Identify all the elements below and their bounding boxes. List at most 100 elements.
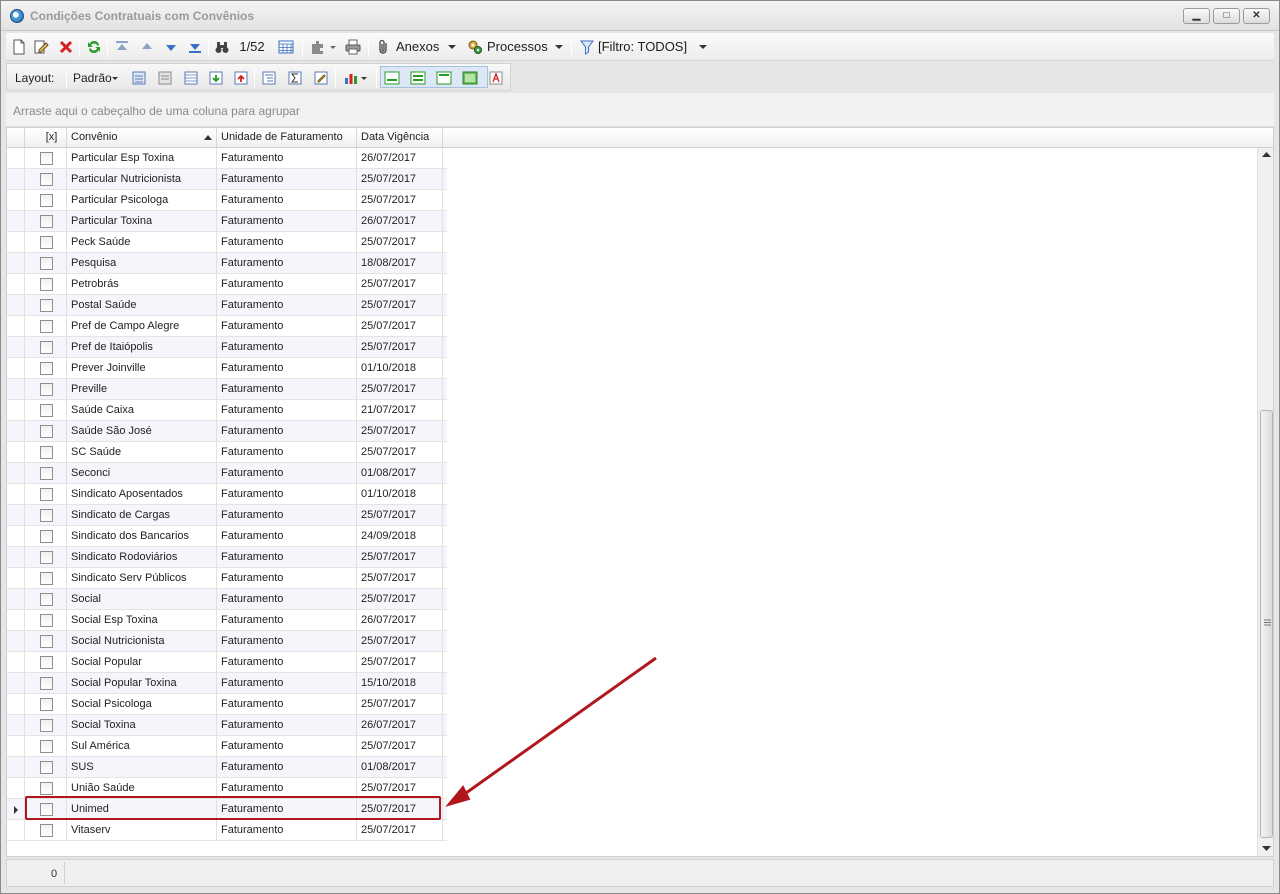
- convenio-cell[interactable]: Social Popular Toxina: [67, 673, 217, 694]
- minimize-button[interactable]: ▁: [1183, 8, 1210, 24]
- table-row[interactable]: Social Esp Toxina Faturamento 26/07/2017: [7, 610, 447, 631]
- row-indicator[interactable]: [7, 442, 25, 463]
- row-checkbox[interactable]: [40, 488, 53, 501]
- convenio-cell[interactable]: Social Esp Toxina: [67, 610, 217, 631]
- row-indicator[interactable]: [7, 778, 25, 799]
- table-row[interactable]: Vitaserv Faturamento 25/07/2017: [7, 820, 447, 841]
- convenio-cell[interactable]: Pref de Itaiópolis: [67, 337, 217, 358]
- convenio-cell[interactable]: Particular Esp Toxina: [67, 148, 217, 169]
- row-indicator[interactable]: [7, 337, 25, 358]
- convenio-cell[interactable]: Sindicato dos Bancarios: [67, 526, 217, 547]
- table-row[interactable]: Social Popular Faturamento 25/07/2017: [7, 652, 447, 673]
- data-vigencia-cell[interactable]: 25/07/2017: [357, 379, 443, 400]
- data-vigencia-cell[interactable]: 25/07/2017: [357, 442, 443, 463]
- row-indicator[interactable]: [7, 505, 25, 526]
- row-checkbox[interactable]: [40, 593, 53, 606]
- convenio-cell[interactable]: Social Toxina: [67, 715, 217, 736]
- row-checkbox[interactable]: [40, 677, 53, 690]
- row-checkbox[interactable]: [40, 698, 53, 711]
- convenio-cell[interactable]: Social: [67, 589, 217, 610]
- edit-document-icon[interactable]: [33, 39, 49, 55]
- row-indicator[interactable]: [7, 631, 25, 652]
- print-icon[interactable]: [345, 39, 361, 55]
- unidade-cell[interactable]: Faturamento: [217, 757, 357, 778]
- table-row[interactable]: Seconci Faturamento 01/08/2017: [7, 463, 447, 484]
- data-vigencia-cell[interactable]: 25/07/2017: [357, 694, 443, 715]
- table-row[interactable]: Social Toxina Faturamento 26/07/2017: [7, 715, 447, 736]
- row-checkbox[interactable]: [40, 572, 53, 585]
- plugin-icon[interactable]: [309, 39, 325, 55]
- convenio-cell[interactable]: Social Psicologa: [67, 694, 217, 715]
- row-checkbox[interactable]: [40, 467, 53, 480]
- row-checkbox[interactable]: [40, 236, 53, 249]
- anexos-dropdown-icon[interactable]: [447, 39, 457, 55]
- data-vigencia-cell[interactable]: 25/07/2017: [357, 547, 443, 568]
- unidade-cell[interactable]: Faturamento: [217, 358, 357, 379]
- data-vigencia-cell[interactable]: 01/10/2018: [357, 484, 443, 505]
- data-vigencia-cell[interactable]: 25/07/2017: [357, 295, 443, 316]
- row-indicator[interactable]: [7, 610, 25, 631]
- convenio-cell[interactable]: Particular Psicologa: [67, 190, 217, 211]
- next-record-icon[interactable]: [163, 39, 179, 55]
- unidade-cell[interactable]: Faturamento: [217, 211, 357, 232]
- unidade-cell[interactable]: Faturamento: [217, 253, 357, 274]
- table-row[interactable]: Particular Nutricionista Faturamento 25/07…: [7, 169, 447, 190]
- view-layout-icon[interactable]: [462, 70, 478, 86]
- row-checkbox[interactable]: [40, 614, 53, 627]
- data-vigencia-cell[interactable]: 25/07/2017: [357, 316, 443, 337]
- unidade-cell[interactable]: Faturamento: [217, 547, 357, 568]
- table-row[interactable]: Social Nutricionista Faturamento 25/07/201…: [7, 631, 447, 652]
- row-indicator[interactable]: [7, 211, 25, 232]
- data-vigencia-cell[interactable]: 21/07/2017: [357, 400, 443, 421]
- row-checkbox[interactable]: [40, 425, 53, 438]
- chart-icon[interactable]: [343, 70, 359, 86]
- table-row[interactable]: Preville Faturamento 25/07/2017: [7, 379, 447, 400]
- unidade-cell[interactable]: Faturamento: [217, 400, 357, 421]
- group-panel-icon[interactable]: [261, 70, 277, 86]
- group-by-panel[interactable]: Arraste aqui o cabeçalho de uma coluna p…: [6, 93, 1274, 127]
- row-indicator[interactable]: [7, 589, 25, 610]
- convenio-cell[interactable]: Sindicato Rodoviários: [67, 547, 217, 568]
- table-row[interactable]: Sindicato Serv Públicos Faturamento 25/07/…: [7, 568, 447, 589]
- unidade-cell[interactable]: Faturamento: [217, 673, 357, 694]
- table-row[interactable]: Pesquisa Faturamento 18/08/2017: [7, 253, 447, 274]
- first-record-icon[interactable]: [114, 39, 130, 55]
- row-checkbox[interactable]: [40, 383, 53, 396]
- unidade-cell[interactable]: Faturamento: [217, 169, 357, 190]
- data-vigencia-cell[interactable]: 25/07/2017: [357, 589, 443, 610]
- data-vigencia-cell[interactable]: 26/07/2017: [357, 610, 443, 631]
- convenio-cell[interactable]: Petrobrás: [67, 274, 217, 295]
- highlight-icon[interactable]: [313, 70, 329, 86]
- data-vigencia-cell[interactable]: 25/07/2017: [357, 421, 443, 442]
- table-row[interactable]: Sindicato de Cargas Faturamento 25/07/2017: [7, 505, 447, 526]
- unidade-cell[interactable]: Faturamento: [217, 820, 357, 841]
- export-down-icon[interactable]: [208, 70, 224, 86]
- filter-dropdown-icon[interactable]: [698, 39, 708, 55]
- unidade-cell[interactable]: Faturamento: [217, 463, 357, 484]
- row-indicator[interactable]: [7, 736, 25, 757]
- row-checkbox[interactable]: [40, 761, 53, 774]
- row-checkbox[interactable]: [40, 551, 53, 564]
- convenio-cell[interactable]: Particular Nutricionista: [67, 169, 217, 190]
- data-vigencia-cell[interactable]: 25/07/2017: [357, 337, 443, 358]
- row-checkbox[interactable]: [40, 362, 53, 375]
- convenio-cell[interactable]: SC Saúde: [67, 442, 217, 463]
- row-checkbox[interactable]: [40, 782, 53, 795]
- row-indicator[interactable]: [7, 148, 25, 169]
- data-vigencia-cell[interactable]: 01/08/2017: [357, 463, 443, 484]
- row-checkbox[interactable]: [40, 719, 53, 732]
- data-vigencia-cell[interactable]: 25/07/2017: [357, 505, 443, 526]
- convenio-cell[interactable]: SUS: [67, 757, 217, 778]
- calendar-grid-icon[interactable]: [278, 39, 294, 55]
- row-checkbox[interactable]: [40, 446, 53, 459]
- table-row[interactable]: Sindicato Aposentados Faturamento 01/10/20…: [7, 484, 447, 505]
- data-vigencia-cell[interactable]: 26/07/2017: [357, 148, 443, 169]
- convenio-cell[interactable]: Peck Saúde: [67, 232, 217, 253]
- data-vigencia-cell[interactable]: 24/09/2018: [357, 526, 443, 547]
- grid-columns-icon[interactable]: [183, 70, 199, 86]
- unidade-cell[interactable]: Faturamento: [217, 694, 357, 715]
- row-indicator[interactable]: [7, 316, 25, 337]
- row-checkbox[interactable]: [40, 257, 53, 270]
- data-vigencia-cell[interactable]: 25/07/2017: [357, 169, 443, 190]
- unidade-cell[interactable]: Faturamento: [217, 421, 357, 442]
